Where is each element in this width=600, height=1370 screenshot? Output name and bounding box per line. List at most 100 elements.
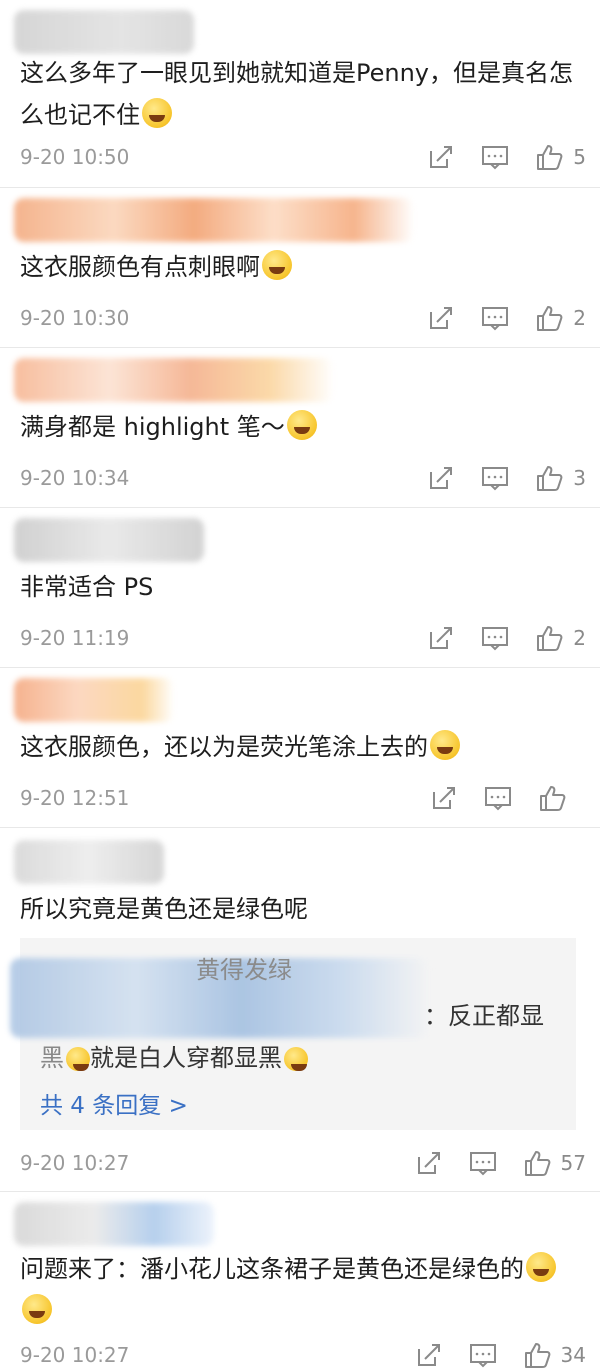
share-button[interactable] — [427, 143, 455, 171]
reply-button[interactable] — [481, 464, 509, 492]
reply-button[interactable] — [469, 1149, 497, 1177]
share-button[interactable] — [427, 464, 455, 492]
share-button[interactable] — [427, 624, 455, 652]
comment-actions: 5 — [401, 142, 586, 172]
reply-text: 黄得发绿 — [196, 956, 292, 984]
username-blurred[interactable] — [14, 198, 414, 242]
reply-text: ：反正都显 — [424, 1002, 544, 1030]
like-button[interactable]: 5 — [535, 143, 586, 171]
username-blurred[interactable] — [14, 840, 164, 884]
comment-meta: 9-20 10:50 5 — [20, 142, 586, 172]
comment-item: 这么多年了一眼见到她就知道是Penny，但是真名怎么也记不住 9-20 10:5… — [0, 0, 600, 188]
comment-item: 这衣服颜色有点刺眼啊 9-20 10:30 2 — [0, 188, 600, 348]
comment-text: 这衣服颜色有点刺眼啊 — [20, 246, 580, 288]
like-button[interactable]: 34 — [523, 1341, 586, 1369]
reply-button[interactable] — [469, 1341, 497, 1369]
comment-text: 所以究竟是黄色还是绿色呢 — [20, 895, 308, 923]
smirk-emoji-icon — [22, 1294, 52, 1324]
reply-preview-box[interactable]: 黄得发绿 ：反正都显 黑就是白人穿都显黑 共 4 条回复 > — [10, 938, 576, 1130]
share-icon — [430, 307, 453, 329]
comment-item: 满身都是 highlight 笔～ 9-20 10:34 3 — [0, 348, 600, 508]
share-icon — [430, 146, 453, 168]
comment-meta: 9-20 10:27 57 — [20, 1148, 586, 1178]
comment-actions: 3 — [401, 463, 586, 493]
cry-laugh-emoji-icon — [284, 1047, 308, 1071]
like-count: 2 — [573, 626, 586, 650]
share-button[interactable] — [415, 1341, 443, 1369]
smirk-emoji-icon — [526, 1252, 556, 1282]
comment-icon — [482, 146, 509, 170]
reply-button[interactable] — [481, 143, 509, 171]
comment-item: 非常适合 PS 9-20 11:19 2 — [0, 508, 600, 668]
like-count: 3 — [573, 466, 586, 490]
comment-time: 9-20 11:19 — [20, 626, 130, 650]
share-icon — [417, 1152, 440, 1174]
like-button[interactable]: 2 — [535, 304, 586, 332]
username-blurred[interactable] — [14, 1202, 214, 1246]
comment-icon — [469, 1344, 496, 1368]
username-blurred[interactable] — [14, 358, 334, 402]
comment-time: 9-20 10:27 — [20, 1343, 130, 1367]
share-button[interactable] — [427, 304, 455, 332]
like-button[interactable]: 3 — [535, 464, 586, 492]
laugh-emoji-icon — [262, 250, 292, 280]
reply-button[interactable] — [481, 624, 509, 652]
share-icon — [417, 1344, 440, 1366]
comment-time: 9-20 10:27 — [20, 1151, 130, 1175]
comment-icon — [485, 787, 511, 811]
comment-meta: 9-20 12:51 — [20, 783, 586, 813]
comment-text: 满身都是 highlight 笔～ — [20, 406, 580, 448]
thumbs-up-icon — [537, 466, 563, 491]
cry-laugh-emoji-icon — [66, 1047, 90, 1071]
comment-icon — [482, 467, 509, 491]
comment-actions: 34 — [389, 1340, 586, 1370]
like-button[interactable]: 57 — [523, 1149, 586, 1177]
share-icon — [430, 627, 453, 649]
share-button[interactable] — [415, 1149, 443, 1177]
comment-time: 9-20 10:30 — [20, 306, 130, 330]
thumbs-up-icon — [524, 1151, 550, 1176]
comment-actions: 57 — [389, 1148, 586, 1178]
comment-item: 这衣服颜色，还以为是荧光笔涂上去的 9-20 12:51 — [0, 668, 600, 828]
reply-button[interactable] — [484, 784, 512, 812]
comment-actions: 2 — [401, 303, 586, 333]
comment-actions: 2 — [401, 623, 586, 653]
grin-emoji-icon — [286, 410, 317, 440]
username-blurred[interactable] — [14, 678, 174, 722]
comment-time: 9-20 10:50 — [20, 145, 130, 169]
username-blurred[interactable] — [14, 10, 194, 54]
share-icon — [433, 787, 455, 809]
laugh-emoji-icon — [142, 98, 172, 128]
like-button[interactable] — [538, 784, 586, 812]
thumbs-up-icon — [537, 626, 563, 651]
comment-text: 问题来了：潘小花儿这条裙子是黄色还是绿色的 — [20, 1248, 580, 1332]
like-count: 57 — [560, 1151, 586, 1175]
cry-laugh-emoji-icon — [430, 730, 460, 760]
comment-item: 问题来了：潘小花儿这条裙子是黄色还是绿色的 9-20 10:27 34 — [0, 1192, 600, 1369]
comment-icon — [482, 627, 509, 651]
comment-meta: 9-20 10:27 34 — [20, 1340, 586, 1370]
like-count: 5 — [573, 145, 586, 169]
comment-item: 所以究竟是黄色还是绿色呢 黄得发绿 ：反正都显 黑就是白人穿都显黑 共 4 条回… — [0, 828, 600, 1192]
comment-meta: 9-20 10:34 3 — [20, 463, 586, 493]
comment-time: 9-20 12:51 — [20, 786, 130, 810]
thumbs-up-icon — [537, 306, 563, 331]
reply-text: 黑就是白人穿都显黑 — [40, 1038, 308, 1078]
share-button[interactable] — [430, 784, 458, 812]
comment-meta: 9-20 10:30 2 — [20, 303, 586, 333]
share-icon — [430, 467, 453, 489]
username-blurred[interactable] — [14, 518, 204, 562]
comment-text: 这么多年了一眼见到她就知道是Penny，但是真名怎么也记不住 — [20, 59, 574, 129]
like-count: 34 — [560, 1343, 586, 1367]
thumbs-up-icon — [537, 145, 563, 170]
reply-button[interactable] — [481, 304, 509, 332]
comment-icon — [482, 307, 509, 331]
like-count: 2 — [573, 306, 586, 330]
comment-time: 9-20 10:34 — [20, 466, 130, 490]
thumbs-up-icon — [524, 1343, 550, 1368]
comment-text: 非常适合 PS — [20, 573, 154, 601]
comment-actions — [404, 783, 586, 813]
more-replies-link[interactable]: 共 4 条回复 > — [40, 1086, 188, 1120]
like-button[interactable]: 2 — [535, 624, 586, 652]
comment-meta: 9-20 11:19 2 — [20, 623, 586, 653]
